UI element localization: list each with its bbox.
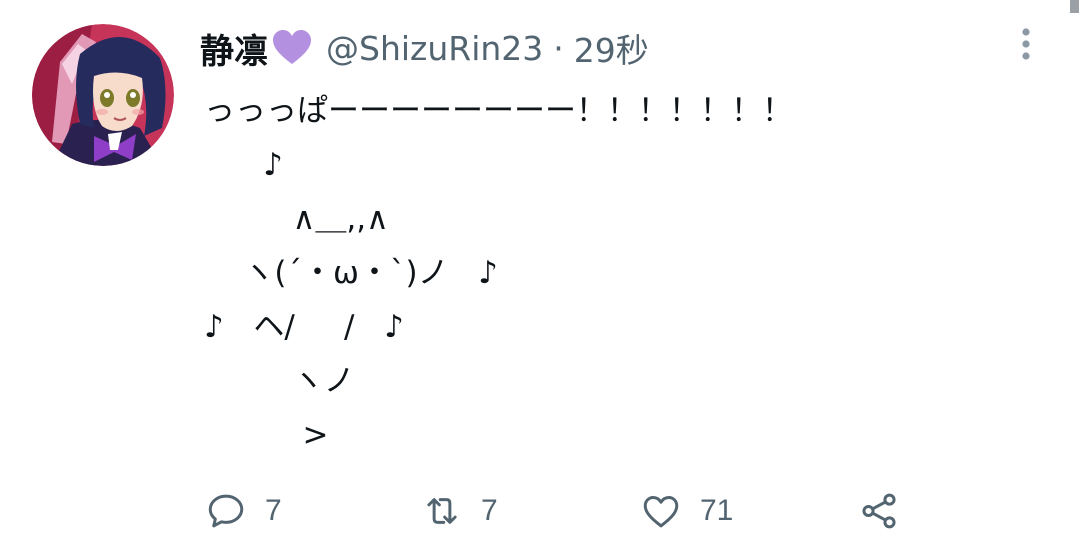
tweet-text: っっっぱーーーーーーーー！！！！！！！ ♪ ∧＿,,∧ ヽ(´・ω・`)ノ ♪ … [204,84,793,462]
like-icon [643,496,679,528]
timestamp[interactable]: 29秒 [574,24,649,72]
like-button[interactable]: 71 [640,487,733,535]
retweet-icon [427,498,457,524]
reply-count: 7 [265,494,282,527]
purple-heart-icon [272,30,312,66]
share-icon [862,493,896,529]
reply-icon [208,494,244,528]
share-button[interactable] [858,487,900,535]
reply-button[interactable]: 7 [205,487,282,535]
tweet-text-line: ヽ(´・ω・`)ノ ♪ [204,255,498,291]
tweet-text-line: ♪ [204,147,283,183]
scrollbar-thumb[interactable] [1070,0,1079,13]
more-vertical-icon[interactable] [1015,26,1037,64]
tweet-text-line: っっっぱーーーーーーーー！！！！！！！ [204,93,793,129]
retweet-button[interactable]: 7 [421,487,498,535]
avatar[interactable] [32,24,174,166]
tweet-actions: 7 7 71 [0,487,1079,537]
tweet-text-line: > [204,417,329,453]
display-name[interactable]: 静凛 [200,24,268,73]
tweet-header: 静凛 @ShizuRin23 · 29秒 [200,24,649,72]
tweet-text-line: ♪ ヘ/ / ♪ [204,309,404,345]
user-handle[interactable]: @ShizuRin23 [326,29,543,68]
separator-dot: · [553,28,564,68]
tweet-text-line: ∧＿,,∧ [204,201,389,237]
like-count: 71 [700,494,734,527]
retweet-count: 7 [481,494,498,527]
tweet-text-line: ヽノ [204,363,355,399]
avatar-image [32,24,174,166]
